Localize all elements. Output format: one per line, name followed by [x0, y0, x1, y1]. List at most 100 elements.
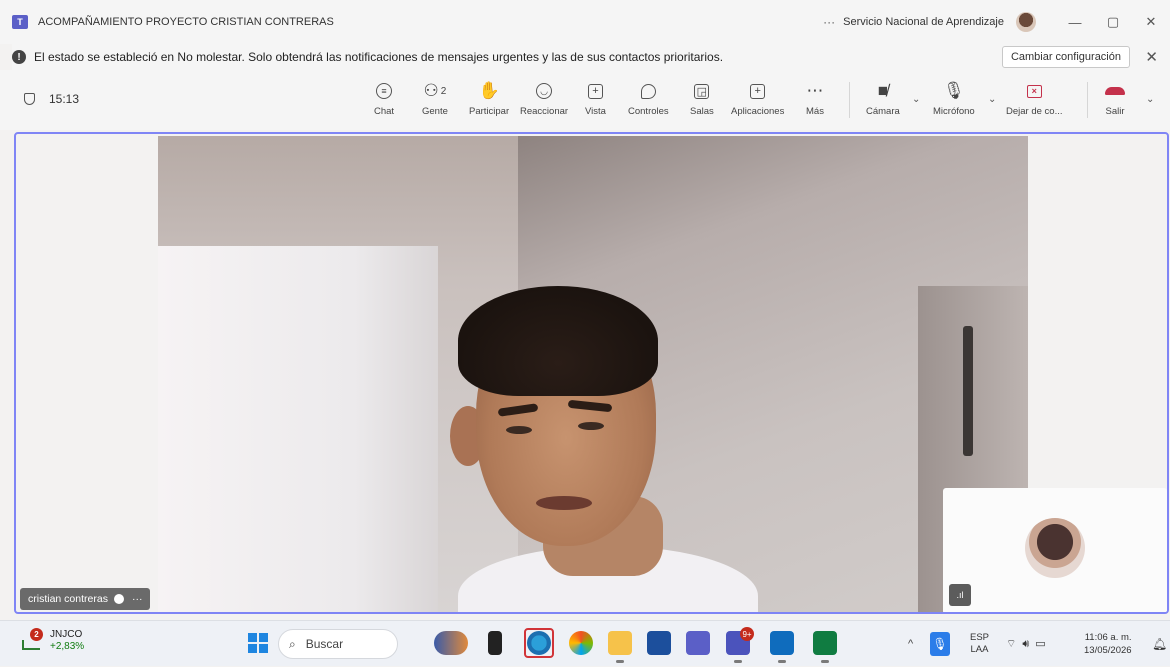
change-settings-button[interactable]: Cambiar configuración — [1001, 46, 1130, 68]
user-avatar[interactable] — [1016, 12, 1036, 32]
video-door-handle — [963, 326, 973, 456]
info-icon: ! — [12, 50, 26, 64]
meeting-title: ACOMPAÑAMIENTO PROYECTO CRISTIAN CONTRER… — [38, 16, 334, 28]
react-button[interactable]: ◡ Reaccionar — [520, 78, 568, 117]
tray-overflow[interactable]: ^ — [908, 621, 913, 667]
quick-settings[interactable]: ⌔🔊︎▭ — [1006, 621, 1052, 667]
apps-button[interactable]: + Aplicaciones — [731, 78, 784, 117]
language-indicator[interactable]: ESP LAA — [970, 621, 989, 667]
view-button[interactable]: + Vista — [585, 78, 606, 117]
clock-date: 13/05/2026 — [1084, 645, 1132, 656]
search-icon: ⌕ — [289, 636, 296, 651]
participant-name-tag[interactable]: cristian contreras ··· — [20, 588, 151, 610]
meeting-timer: 15:13 — [24, 92, 79, 106]
meeting-toolbar: 15:13 ≡ Chat ⚇ 2 Gente ✋ Participar ◡ Rea… — [0, 70, 1170, 130]
mic-tray[interactable]: 🎙︎ — [930, 621, 950, 667]
participant-video[interactable] — [158, 136, 1028, 612]
stop-sharing-label: Dejar de co... — [1006, 106, 1063, 117]
chat-label: Chat — [374, 106, 395, 117]
stocks-widget[interactable]: 2 JNJCO +2,83% — [22, 628, 84, 653]
toolbar-divider — [1087, 82, 1088, 118]
participant-name: cristian contreras — [28, 593, 108, 605]
close-button[interactable]: ✕ — [1132, 14, 1170, 30]
taskbar-search[interactable]: ⌕ Buscar — [278, 629, 398, 659]
notification-close-icon[interactable]: ✕ — [1145, 48, 1158, 66]
microphone-icon: 🎙︎ — [943, 81, 965, 100]
video-person-eye — [506, 426, 532, 434]
react-label: Reaccionar — [520, 106, 569, 117]
bell-icon: 🔔︎ — [1152, 637, 1168, 651]
running-indicator — [778, 660, 786, 663]
toolbar-divider — [849, 82, 850, 118]
widget-badge: 2 — [30, 628, 43, 641]
self-view-tile[interactable]: .ıl — [943, 488, 1167, 612]
stop-sharing-button[interactable]: × Dejar de co... — [1006, 78, 1063, 117]
smiley-icon: ◡ — [536, 83, 553, 99]
raise-hand-button[interactable]: ✋ Participar — [469, 78, 509, 117]
controls-label: Controles — [628, 106, 669, 117]
people-icon: ⚇ — [423, 81, 439, 100]
leave-label: Salir — [1105, 106, 1125, 117]
stocks-chart-icon: 2 — [22, 628, 44, 652]
controls-button[interactable]: Controles — [628, 78, 669, 117]
leave-button[interactable]: Salir — [1105, 78, 1125, 117]
edge-browser-icon[interactable] — [527, 631, 551, 655]
clock[interactable]: 11:06 a. m. 13/05/2026 — [1084, 621, 1132, 667]
rooms-icon: ◲ — [694, 83, 710, 99]
search-label: Buscar — [305, 637, 344, 651]
lang-line2: LAA — [970, 644, 989, 655]
running-indicator — [616, 660, 624, 663]
stop-share-icon: × — [1026, 84, 1042, 98]
phone-hangup-icon — [1105, 87, 1125, 95]
more-button[interactable]: ⋯ Más — [806, 78, 824, 117]
grid-view-icon: + — [587, 83, 603, 99]
chevron-up-icon: ^ — [908, 638, 914, 650]
running-indicator — [821, 660, 829, 663]
teams-logo-icon: T — [12, 15, 28, 29]
view-label: Vista — [585, 106, 606, 117]
signal-bars-icon[interactable]: .ıl — [949, 584, 971, 606]
copilot-icon[interactable] — [569, 631, 593, 655]
notification-center[interactable]: 🔔︎ — [1152, 621, 1167, 667]
rooms-label: Salas — [690, 106, 714, 117]
maximize-button[interactable]: ▢ — [1094, 14, 1132, 30]
video-person-hair — [458, 286, 658, 396]
chat-icon: ≡ — [376, 83, 393, 99]
mic-button[interactable]: 🎙︎ Micrófono — [933, 78, 975, 117]
teams-icon[interactable] — [686, 631, 710, 655]
more-label: Más — [806, 106, 824, 117]
task-view-icon[interactable] — [488, 631, 502, 655]
notification-text: El estado se estableció en No molestar. … — [34, 50, 724, 64]
chat-button[interactable]: ≡ Chat — [374, 78, 394, 117]
video-person-mouth — [536, 496, 592, 510]
meeting-stage: cristian contreras ··· .ıl — [14, 132, 1169, 614]
widget-title: JNJCO — [50, 629, 83, 640]
organization-name[interactable]: Servicio Nacional de Aprendizaje — [843, 16, 1004, 28]
mic-label: Micrófono — [933, 106, 975, 117]
start-menu-icon[interactable] — [248, 633, 268, 653]
controls-icon — [640, 83, 656, 99]
excel-icon[interactable] — [813, 631, 837, 655]
hand-icon: ✋ — [478, 81, 500, 100]
self-avatar — [1025, 518, 1085, 578]
file-explorer-icon[interactable] — [608, 631, 632, 655]
mic-chevron-down-icon[interactable]: ⌄ — [988, 94, 996, 105]
title-bar: T ACOMPAÑAMIENTO PROYECTO CRISTIAN CONTR… — [0, 0, 1170, 44]
shield-icon — [24, 93, 35, 105]
participant-more-icon[interactable]: ··· — [132, 593, 143, 605]
more-options-icon[interactable]: ··· — [823, 15, 835, 29]
more-dots-icon: ⋯ — [806, 81, 824, 100]
rooms-button[interactable]: ◲ Salas — [690, 78, 714, 117]
minimize-button[interactable]: — — [1056, 15, 1094, 30]
people-button[interactable]: ⚇ 2 Gente — [422, 78, 448, 117]
camera-chevron-down-icon[interactable]: ⌄ — [912, 94, 920, 105]
outlook-icon[interactable] — [770, 631, 794, 655]
camera-button[interactable]: ■̸ Cámara — [866, 78, 900, 117]
clock-time: 11:06 a. m. — [1084, 632, 1132, 643]
leave-chevron-down-icon[interactable]: ⌄ — [1146, 94, 1154, 105]
widgets-app-icon[interactable] — [434, 631, 468, 655]
store-icon[interactable] — [647, 631, 671, 655]
camera-off-icon: ■̸ — [877, 81, 889, 100]
running-indicator — [734, 660, 742, 663]
people-count: 2 — [440, 85, 447, 97]
